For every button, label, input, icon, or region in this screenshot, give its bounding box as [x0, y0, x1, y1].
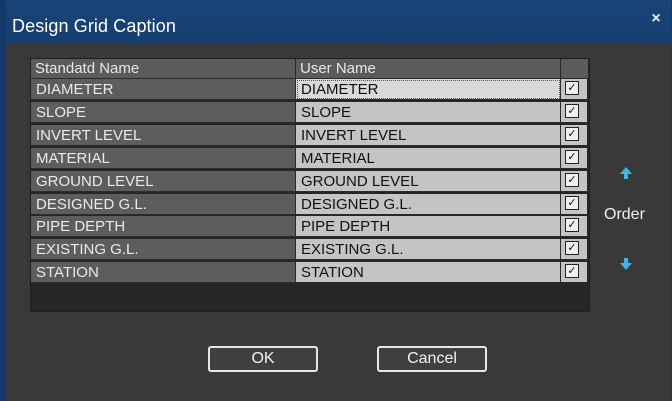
ok-button[interactable]: OK [208, 346, 318, 372]
standard-name-cell: SLOPE [31, 101, 296, 123]
visible-checkbox[interactable]: ✓ [565, 81, 579, 95]
standard-name-cell: EXISTING G.L. [31, 239, 296, 261]
standard-name-cell: MATERIAL [31, 147, 296, 169]
user-name-cell[interactable]: GROUND LEVEL [296, 170, 561, 192]
table-row[interactable]: PIPE DEPTH PIPE DEPTH ✓ [31, 216, 589, 238]
visible-checkbox[interactable]: ✓ [565, 264, 579, 279]
user-name-cell[interactable]: MATERIAL [296, 147, 561, 169]
user-name-cell[interactable]: INVERT LEVEL [296, 124, 561, 146]
visible-checkbox[interactable]: ✓ [565, 172, 579, 187]
close-icon[interactable]: × [647, 10, 665, 28]
column-header-visible[interactable] [561, 59, 589, 79]
caption-grid: Standatd Name User Name DIAMETER DIAMETER… [30, 58, 590, 312]
user-name-cell[interactable]: STATION [296, 262, 561, 284]
visible-checkbox-cell: ✓ [561, 79, 588, 100]
standard-name-cell: DESIGNED G.L. [31, 193, 296, 215]
visible-checkbox[interactable]: ✓ [565, 195, 579, 210]
visible-checkbox-cell: ✓ [561, 101, 588, 123]
table-row[interactable]: SLOPE SLOPE ✓ [31, 101, 589, 124]
dialog-body: Standatd Name User Name DIAMETER DIAMETER… [6, 43, 671, 401]
order-label: Order [604, 206, 645, 223]
visible-checkbox[interactable]: ✓ [565, 126, 579, 141]
column-header-user-name[interactable]: User Name [296, 59, 561, 79]
column-header-standard-name[interactable]: Standatd Name [31, 59, 296, 79]
table-row[interactable]: DESIGNED G.L. DESIGNED G.L. ✓ [31, 193, 589, 216]
table-row[interactable]: EXISTING G.L. EXISTING G.L. ✓ [31, 239, 589, 261]
standard-name-cell: DIAMETER [31, 79, 296, 100]
cancel-button[interactable]: Cancel [377, 346, 487, 372]
standard-name-cell: PIPE DEPTH [31, 216, 296, 238]
user-name-cell[interactable]: DIAMETER [296, 79, 561, 100]
title-bar[interactable]: Design Grid Caption × [6, 0, 671, 43]
visible-checkbox[interactable]: ✓ [565, 218, 579, 233]
user-name-cell[interactable]: PIPE DEPTH [296, 216, 561, 238]
user-name-cell[interactable]: SLOPE [296, 101, 561, 123]
table-row[interactable]: INVERT LEVEL INVERT LEVEL ✓ [31, 124, 589, 147]
visible-checkbox[interactable]: ✓ [565, 241, 579, 256]
user-name-cell[interactable]: EXISTING G.L. [296, 239, 561, 261]
visible-checkbox[interactable]: ✓ [565, 103, 579, 118]
arrow-up-icon[interactable] [620, 167, 632, 179]
dialog-title: Design Grid Caption [12, 16, 176, 36]
visible-checkbox[interactable]: ✓ [565, 149, 579, 164]
table-row[interactable]: MATERIAL MATERIAL ✓ [31, 147, 589, 170]
arrow-down-icon[interactable] [620, 258, 632, 270]
standard-name-cell: STATION [31, 262, 296, 284]
standard-name-cell: GROUND LEVEL [31, 170, 296, 192]
user-name-cell[interactable]: DESIGNED G.L. [296, 193, 561, 215]
table-row[interactable]: STATION STATION ✓ [31, 262, 589, 284]
visible-checkbox-cell: ✓ [561, 124, 588, 146]
table-row[interactable]: GROUND LEVEL GROUND LEVEL ✓ [31, 170, 589, 193]
standard-name-cell: INVERT LEVEL [31, 124, 296, 146]
table-row[interactable]: DIAMETER DIAMETER ✓ [31, 79, 589, 101]
order-controls: Order [584, 155, 664, 285]
design-grid-caption-dialog: Design Grid Caption × Standatd Name User… [0, 0, 672, 401]
